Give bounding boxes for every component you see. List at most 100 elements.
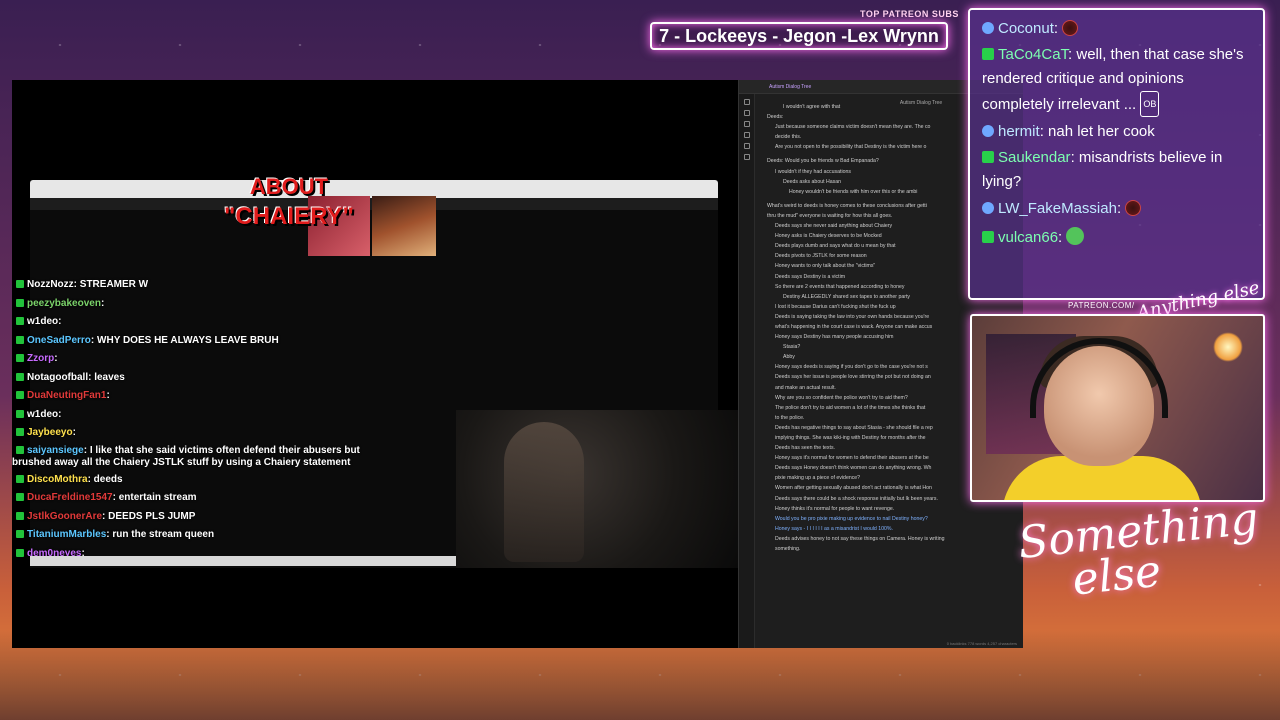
chat-badge-icon xyxy=(16,409,24,418)
chat-username[interactable]: Notagoofball xyxy=(27,372,88,383)
note-line: Honey thinks it's normal for people to w… xyxy=(775,505,895,512)
chat-badge-icon xyxy=(16,493,24,502)
guest-person xyxy=(504,422,584,562)
chat-message: JstlkGoonerAre: DEEDS PLS JUMP xyxy=(12,508,452,527)
chat-text: : xyxy=(106,390,110,401)
terminal-icon[interactable] xyxy=(743,154,750,160)
chat-message: Jaybeeyo: xyxy=(12,424,452,443)
chat-username[interactable]: Saukendar xyxy=(998,149,1071,166)
top-patreon-label: TOP PATREON SUBS xyxy=(860,9,959,19)
chat-text: : deeds xyxy=(87,473,123,485)
chat-badge-icon xyxy=(16,445,24,454)
chat-message: DucaFreldine1547: entertain stream xyxy=(12,489,452,508)
chat-text: : xyxy=(100,297,105,309)
chat-message: TitaniumMarbles: run the stream queen xyxy=(12,526,452,545)
note-line: I lost it because Darius can't fucking s… xyxy=(775,303,896,310)
chat-text: : entertain stream xyxy=(112,492,197,503)
chat-message: DiscoMothra: deeds xyxy=(12,471,452,490)
chat-message: Zzorp: xyxy=(12,350,452,369)
chat-username[interactable]: OneSadPerro xyxy=(27,335,91,346)
chat-text: : run the stream queen xyxy=(106,529,215,540)
ob-emote-icon: OB xyxy=(1140,91,1160,117)
chat-username[interactable]: TitaniumMarbles xyxy=(27,529,106,540)
note-status: 0 backlinks 778 words 4,257 characters xyxy=(946,641,1017,646)
chat-message: peezybakeoven: xyxy=(12,295,452,314)
chat-badge-icon xyxy=(982,231,994,243)
note-line: Honey says - I I I I I I as a misandrist… xyxy=(775,525,893,532)
stream-chat-message: TaCo4CaT: well, then that case she's ren… xyxy=(982,43,1251,117)
chat-text: : leaves xyxy=(88,371,125,383)
template-icon[interactable] xyxy=(743,143,750,149)
chat-badge-icon xyxy=(982,202,994,214)
chat-badge-icon xyxy=(16,280,24,289)
stream-chat-message: Saukendar: misandrists believe in lying? xyxy=(982,146,1251,194)
chat-message: w1deo: xyxy=(12,406,452,425)
chat-text: : WHY DOES HE ALWAYS LEAVE BRUH xyxy=(90,334,279,346)
chat-username[interactable]: Coconut xyxy=(998,20,1054,37)
stream-chat-message: hermit: nah let her cook xyxy=(982,117,1251,146)
screen-capture: ABOUT "CHAIERY" NozzNozz: STREAMER Wpeez… xyxy=(12,80,1023,648)
files-icon[interactable] xyxy=(743,99,750,105)
chat-badge-icon xyxy=(16,511,24,520)
taskbar xyxy=(30,556,462,566)
chat-text: : xyxy=(72,427,76,438)
frog-emote-icon xyxy=(1066,227,1085,245)
chat-text: : xyxy=(54,353,58,364)
top-patreon-names: 7 - Lockeeys - Jegon -Lex Wrynn xyxy=(650,22,948,50)
chat-badge-icon xyxy=(982,125,994,137)
chat-username[interactable]: saiyansiege xyxy=(27,445,84,456)
chat-username[interactable]: Jaybeeyo xyxy=(27,427,73,438)
chat-badge-icon xyxy=(16,372,24,381)
chat-username[interactable]: hermit xyxy=(998,123,1040,140)
chat-text: : xyxy=(1116,200,1122,217)
chat-username[interactable]: DiscoMothra xyxy=(27,474,88,485)
chat-badge-icon xyxy=(982,151,994,163)
chat-username[interactable]: peezybakeoven xyxy=(27,298,101,309)
chat-text: : nah let her cook xyxy=(1039,123,1155,140)
chat-username[interactable]: TaCo4CaT xyxy=(998,46,1068,63)
stream-chat-message: LW_FakeMassiah: xyxy=(982,194,1251,223)
embedded-chat-small xyxy=(34,224,454,260)
search-icon[interactable] xyxy=(743,110,750,116)
chat-username[interactable]: LW_FakeMassiah xyxy=(998,200,1117,217)
chat-badge-icon xyxy=(982,48,994,60)
emote-icon xyxy=(1062,20,1079,36)
chat-replay: NozzNozz: STREAMER Wpeezybakeoven: w1deo:… xyxy=(12,276,452,563)
chat-text: : xyxy=(1058,229,1063,246)
notes-ribbon xyxy=(739,94,755,648)
chat-badge-icon xyxy=(16,354,24,363)
chat-badge-icon xyxy=(16,317,24,326)
streamer-facecam xyxy=(970,314,1265,502)
stream-chat-overlay: Coconut: TaCo4CaT: well, then that case … xyxy=(968,8,1265,300)
note-line: something. xyxy=(775,546,801,553)
chat-badge-icon xyxy=(16,548,24,557)
chat-badge-icon xyxy=(982,22,994,34)
chat-username[interactable]: vulcan66 xyxy=(998,229,1058,246)
chat-text: : STREAMER W xyxy=(73,279,149,290)
video-title-line2: ABOUT xyxy=(249,174,329,199)
chat-text: : xyxy=(58,316,62,327)
graph-icon[interactable] xyxy=(743,121,750,127)
chat-badge-icon xyxy=(16,474,24,483)
chat-username[interactable]: w1deo xyxy=(27,316,58,327)
background-lamp xyxy=(1213,332,1243,362)
chat-message: Notagoofball: leaves xyxy=(12,369,452,388)
tab-autism-dialog-tree[interactable]: Autism Dialog Tree xyxy=(769,84,811,90)
chat-username[interactable]: NozzNozz xyxy=(27,279,74,290)
chat-username[interactable]: DucaFreldine1547 xyxy=(27,492,113,503)
chat-text: : xyxy=(58,408,62,420)
chat-username[interactable]: Zzorp xyxy=(27,353,54,364)
chat-username[interactable]: DuaNeutingFan1 xyxy=(27,390,106,401)
calendar-icon[interactable] xyxy=(743,132,750,138)
chat-message: w1deo: xyxy=(12,313,452,332)
guest-webcam xyxy=(456,410,738,568)
chat-username[interactable]: w1deo xyxy=(27,409,58,420)
stream-chat-message: Coconut: xyxy=(982,14,1251,43)
chat-text: : DEEDS PLS JUMP xyxy=(102,510,196,522)
chat-message: DuaNeutingFan1: xyxy=(12,387,452,406)
note-line: Would you be pro pixie making up evidenc… xyxy=(775,515,928,522)
chat-username[interactable]: JstlkGoonerAre xyxy=(27,511,102,522)
chat-badge-icon xyxy=(16,530,24,539)
emote-icon xyxy=(1125,200,1142,216)
chat-message: OneSadPerro: WHY DOES HE ALWAYS LEAVE BR… xyxy=(12,332,452,351)
